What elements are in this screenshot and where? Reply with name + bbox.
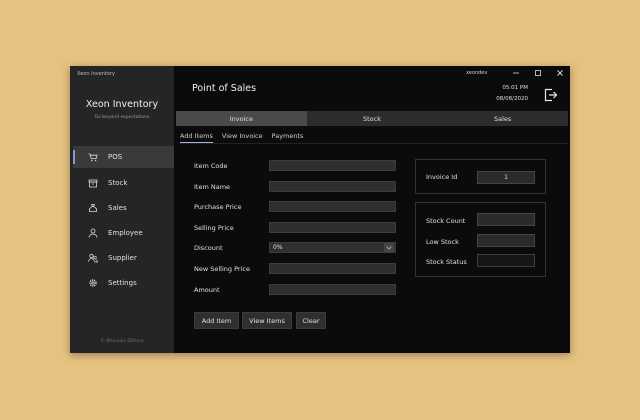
stock-count-field [477, 213, 535, 226]
clear-button[interactable]: Clear [296, 312, 326, 329]
logout-button[interactable] [544, 87, 558, 102]
logout-icon [544, 88, 558, 102]
sidebar-item-label: Settings [108, 279, 137, 287]
copyright-text: © Bhanuka Dilhara [100, 339, 144, 344]
current-user: xeondev [466, 70, 488, 76]
sidebar-item-employee[interactable]: Employee [73, 222, 174, 244]
page-title: Point of Sales [192, 83, 257, 94]
tab-stock[interactable]: Stock [307, 111, 438, 126]
person-icon [88, 228, 98, 238]
discount-label: Discount [194, 244, 223, 252]
invoice-panel: Invoice Id 1 [415, 159, 546, 194]
purchase-price-label: Purchase Price [194, 203, 242, 211]
brand-tagline: Go beyond expectations [94, 115, 150, 120]
minimize-button[interactable] [510, 67, 522, 79]
maximize-icon [535, 70, 541, 76]
people-icon [88, 253, 98, 263]
amount-label: Amount [194, 286, 220, 294]
selling-price-label: Selling Price [194, 224, 234, 232]
discount-value: 0% [273, 244, 283, 251]
close-icon [557, 70, 563, 76]
stock-count-label: Stock Count [426, 217, 466, 225]
chevron-down-icon[interactable] [384, 243, 394, 252]
view-items-button[interactable]: View Items [242, 312, 292, 329]
clock-date: 08/08/2020 [496, 96, 528, 102]
brand-name: Xeon Inventory [85, 99, 159, 110]
sidebar-item-pos[interactable]: POS [73, 146, 174, 168]
sub-tabs: Add Items View Invoice Payments [180, 132, 303, 143]
main-tabs: Invoice Stock Sales [176, 111, 568, 126]
low-stock-field [477, 234, 535, 247]
tab-sales[interactable]: Sales [437, 111, 568, 126]
main-content: xeondev Point of Sales 05:01 PM 08/08/20… [174, 66, 570, 353]
item-code-input[interactable] [269, 160, 396, 171]
clock-time: 05:01 PM [502, 85, 528, 91]
new-selling-price-input[interactable] [269, 263, 396, 274]
minimize-icon [513, 72, 519, 74]
money-bag-icon [88, 203, 98, 213]
app-window: Xeon Inventory Xeon Inventory Go beyond … [70, 66, 570, 353]
sidebar-item-label: Stock [108, 179, 128, 187]
sidebar-item-label: Sales [108, 204, 127, 212]
sidebar-item-supplier[interactable]: Supplier [73, 247, 174, 269]
stock-info-panel: Stock Count Low Stock Stock Status [415, 202, 546, 277]
sidebar-item-stock[interactable]: Stock [73, 172, 174, 194]
stock-status-label: Stock Status [426, 258, 467, 266]
purchase-price-input[interactable] [269, 201, 396, 212]
invoice-id-field: 1 [477, 171, 535, 184]
sidebar-item-settings[interactable]: Settings [73, 272, 174, 294]
sidebar-item-label: POS [108, 153, 123, 161]
low-stock-label: Low Stock [426, 238, 459, 246]
divider [180, 143, 568, 144]
sidebar-item-label: Supplier [108, 254, 137, 262]
sidebar-item-label: Employee [108, 229, 143, 237]
box-icon [88, 178, 98, 188]
subtab-add-items[interactable]: Add Items [180, 132, 213, 143]
sidebar-item-sales[interactable]: Sales [73, 197, 174, 219]
discount-select[interactable]: 0% [269, 242, 396, 253]
item-code-label: Item Code [194, 162, 228, 170]
tab-invoice[interactable]: Invoice [176, 111, 307, 126]
stock-status-field [477, 254, 535, 267]
item-name-label: Item Name [194, 183, 231, 191]
add-item-button[interactable]: Add Item [194, 312, 239, 329]
amount-input[interactable] [269, 284, 396, 295]
cart-icon [88, 152, 98, 162]
subtab-payments[interactable]: Payments [272, 132, 304, 143]
window-title: Xeon Inventory [77, 71, 115, 77]
maximize-button[interactable] [532, 67, 544, 79]
selling-price-input[interactable] [269, 222, 396, 233]
close-button[interactable] [554, 67, 566, 79]
new-selling-price-label: New Selling Price [194, 265, 250, 273]
sidebar: Xeon Inventory Xeon Inventory Go beyond … [70, 66, 174, 353]
subtab-view-invoice[interactable]: View Invoice [222, 132, 263, 143]
gear-icon [88, 278, 98, 288]
item-name-input[interactable] [269, 181, 396, 192]
invoice-id-label: Invoice Id [426, 173, 458, 181]
